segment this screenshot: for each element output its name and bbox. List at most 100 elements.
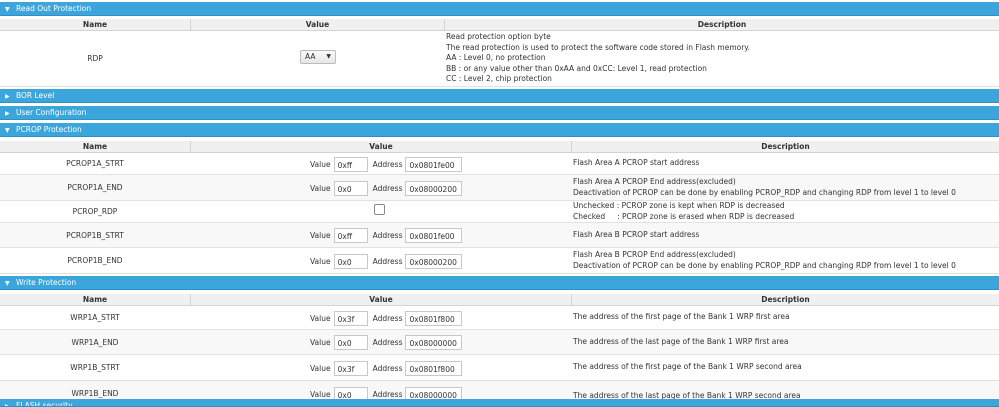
row-name: WRP1B_END	[71, 388, 119, 398]
desc-line: Unchecked : PCROP zone is kept when RDP …	[573, 201, 785, 210]
value-input[interactable]: 0x0	[333, 180, 368, 196]
value-group: Value 0x0 Address 0x08000000	[310, 333, 463, 351]
row-description: Flash Area A PCROP End address(excluded)…	[571, 175, 999, 200]
value-group: Value 0xff Address 0x0801fe00	[310, 226, 463, 244]
expand-arrow-icon: ▶	[5, 403, 10, 407]
table-row-pcrop-rdp: PCROP_RDP Unchecked : PCROP zone is kept…	[0, 201, 999, 223]
expand-arrow-icon: ▶	[5, 110, 10, 117]
value-label: Value	[310, 337, 331, 347]
table-row-pcrop1b-strt: PCROP1B_STRT Value 0xff Address 0x0801fe…	[0, 223, 999, 248]
rop-table-header: Name Value Description	[0, 19, 999, 31]
value-group: Value 0x0 Address 0x08000200	[310, 179, 463, 197]
address-label: Address	[372, 230, 403, 240]
section-flash-security[interactable]: ▶ FLASH security	[0, 399, 999, 407]
collapse-arrow-icon: ▼	[5, 6, 10, 13]
desc-line: Deactivation of PCROP can be done by ena…	[573, 260, 956, 270]
value-label: Value	[310, 230, 331, 240]
collapse-arrow-icon: ▼	[5, 280, 10, 287]
table-row-pcrop1a-end: PCROP1A_END Value 0x0 Address 0x08000200…	[0, 175, 999, 201]
value-input[interactable]: 0xff	[333, 227, 368, 243]
value-group: Value 0xff Address 0x0801fe00	[310, 155, 463, 173]
header-name: Name	[82, 20, 108, 29]
desc-line: The read protection is used to protect t…	[446, 42, 751, 52]
section-user-configuration[interactable]: ▶ User Configuration	[0, 106, 999, 120]
desc-line: CC : Level 2, chip protection	[446, 74, 552, 84]
section-title: BOR Level	[16, 91, 55, 100]
table-row-pcrop1a-strt: PCROP1A_STRT Value 0xff Address 0x0801fe…	[0, 153, 999, 175]
header-description: Description	[571, 141, 999, 152]
table-row-wrp1b-strt: WRP1B_STRT Value 0x3f Address 0x0801f800…	[0, 355, 999, 381]
row-name: WRP1B_STRT	[70, 363, 120, 372]
row-name: PCROP1A_STRT	[66, 159, 124, 168]
table-row-wrp1a-end: WRP1A_END Value 0x0 Address 0x08000000 T…	[0, 330, 999, 355]
address-label: Address	[372, 363, 403, 373]
address-input[interactable]: 0x0801f800	[405, 310, 463, 326]
address-label: Address	[372, 337, 403, 347]
row-name: PCROP_RDP	[72, 207, 118, 216]
section-read-out-protection[interactable]: ▼ Read Out Protection	[0, 2, 999, 16]
value-input[interactable]: 0xff	[333, 156, 368, 172]
pcrop-rdp-checkbox[interactable]	[374, 204, 385, 215]
desc-line: Deactivation of PCROP can be done by ena…	[573, 187, 956, 197]
desc-line: Flash Area B PCROP End address(excluded)	[573, 250, 736, 259]
table-row-wrp1a-strt: WRP1A_STRT Value 0x3f Address 0x0801f800…	[0, 306, 999, 330]
row-description: The address of the last page of the Bank…	[571, 381, 999, 400]
section-title: PCROP Protection	[16, 125, 82, 134]
desc-line: Flash Area A PCROP start address	[573, 158, 700, 168]
address-input[interactable]: 0x08000200	[405, 253, 463, 269]
address-label: Address	[372, 183, 403, 193]
row-name: WRP1A_END	[71, 337, 119, 347]
row-name: WRP1A_STRT	[70, 313, 120, 322]
row-description: Unchecked : PCROP zone is kept when RDP …	[571, 201, 999, 222]
value-input[interactable]: 0x3f	[333, 360, 368, 376]
row-name: RDP	[87, 54, 103, 63]
table-row-rdp: RDP AA ▼ Read protection option byte The…	[0, 31, 999, 87]
section-bor-level[interactable]: ▶ BOR Level	[0, 89, 999, 103]
wrp-table-header: Name Value Description	[0, 294, 999, 306]
value-label: Value	[310, 313, 331, 323]
rdp-selected-value: AA	[305, 52, 316, 61]
address-input[interactable]: 0x0801f800	[405, 360, 463, 376]
value-input[interactable]: 0x0	[333, 253, 368, 269]
value-label: Value	[310, 159, 331, 169]
row-name: PCROP1B_END	[67, 256, 123, 265]
address-input[interactable]: 0x08000200	[405, 180, 463, 196]
value-group: Value 0x3f Address 0x0801f800	[310, 359, 463, 377]
header-value: Value	[190, 141, 571, 152]
header-description: Description	[444, 19, 999, 30]
row-description: The address of the first page of the Ban…	[571, 306, 999, 329]
value-label: Value	[310, 183, 331, 193]
value-label: Value	[310, 389, 331, 399]
row-description: Flash Area B PCROP start address	[571, 223, 999, 247]
header-name: Name	[82, 295, 108, 304]
header-name: Name	[82, 142, 108, 151]
header-value: Value	[190, 19, 444, 30]
section-title: Read Out Protection	[16, 4, 92, 13]
row-description: The address of the first page of the Ban…	[571, 355, 999, 380]
value-label: Value	[310, 363, 331, 373]
desc-line: Read protection option byte	[446, 32, 551, 42]
caret-down-icon: ▼	[326, 53, 331, 60]
row-description: Read protection option byte The read pro…	[444, 31, 999, 86]
desc-line: The address of the first page of the Ban…	[573, 362, 802, 372]
header-description: Description	[571, 294, 999, 305]
address-input[interactable]: 0x0801fe00	[405, 227, 463, 243]
section-write-protection[interactable]: ▼ Write Protection	[0, 276, 999, 290]
address-input[interactable]: 0x08000000	[405, 334, 463, 350]
address-label: Address	[372, 159, 403, 169]
rdp-select[interactable]: AA ▼	[300, 50, 336, 64]
section-pcrop-protection[interactable]: ▼ PCROP Protection	[0, 123, 999, 137]
address-input[interactable]: 0x0801fe00	[405, 156, 463, 172]
value-group: Value 0x3f Address 0x0801f800	[310, 309, 463, 327]
value-input[interactable]: 0x0	[333, 334, 368, 350]
row-description: Flash Area A PCROP start address	[571, 153, 999, 174]
value-group: Value 0x0 Address 0x08000200	[310, 252, 463, 270]
row-name: PCROP1B_STRT	[66, 230, 124, 240]
section-title: Write Protection	[16, 278, 77, 287]
collapse-arrow-icon: ▼	[5, 127, 10, 134]
pcrop-table-header: Name Value Description	[0, 141, 999, 153]
desc-line: The address of the last page of the Bank…	[573, 336, 789, 346]
address-label: Address	[372, 389, 403, 399]
desc-line: Checked : PCROP zone is erased when RDP …	[573, 211, 795, 221]
value-input[interactable]: 0x3f	[333, 310, 368, 326]
